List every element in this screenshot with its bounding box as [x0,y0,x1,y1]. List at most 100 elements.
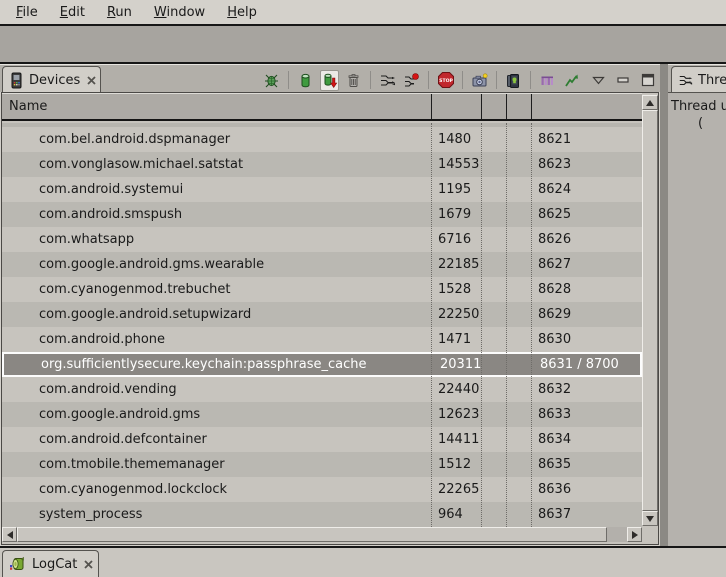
column-divider[interactable] [506,123,507,527]
scroll-down-button[interactable] [642,511,658,526]
column-divider[interactable] [431,123,432,527]
process-pid: 14553 [431,157,481,172]
panel-sash[interactable] [660,64,668,546]
toolbar-separator [288,71,289,89]
table-row[interactable]: com.bel.android.dspmanager 1480 8621 [2,127,642,152]
devices-view: Devices [0,64,660,546]
process-port: 8633 [531,407,642,422]
process-pid: 22250 [431,307,481,322]
screen-capture-icon[interactable] [470,70,489,91]
table-row[interactable]: com.android.defcontainer 14411 8634 [2,427,642,452]
device-phone-icon [9,72,24,89]
process-port: 8632 [531,382,642,397]
tab-devices-label: Devices [29,73,80,88]
vertical-scroll-thumb[interactable] [642,110,658,511]
tab-logcat[interactable]: LogCat [2,550,99,577]
maximize-icon[interactable] [640,72,656,88]
process-name: system_process [2,507,431,522]
table-row[interactable]: com.android.vending 22440 8632 [2,377,642,402]
process-table: Name com.bel.android.dspmanager 1480 862… [1,92,659,545]
table-row[interactable]: com.cyanogenmod.lockclock 22265 8636 [2,477,642,502]
table-row[interactable]: org.sufficientlysecure.keychain:passphra… [2,352,642,377]
start-method-profiling-icon[interactable] [402,70,421,91]
view-hierarchy-icon[interactable] [504,70,523,91]
devices-toolbar: STOP [262,68,656,92]
tab-threads[interactable]: Threads [671,66,726,93]
process-port: 8629 [531,307,642,322]
dump-hprof-icon[interactable] [320,70,339,91]
cause-gc-icon[interactable] [344,70,363,91]
menu-help[interactable]: Help [219,3,265,22]
threads-message-area: Thread up ( [668,92,726,546]
table-row[interactable]: com.google.android.gms 12623 8633 [2,402,642,427]
process-port: 8621 [531,132,642,147]
table-header[interactable]: Name [2,93,642,121]
process-port: 8636 [531,482,642,497]
opengl-trace-icon[interactable] [562,70,581,91]
stop-process-icon[interactable]: STOP [436,70,455,91]
table-row[interactable]: com.google.android.setupwizard 22250 862… [2,302,642,327]
minimize-icon[interactable] [615,72,631,88]
table-row[interactable]: com.cyanogenmod.trebuchet 1528 8628 [2,277,642,302]
process-pid: 12623 [431,407,481,422]
table-row[interactable]: com.vonglasow.michael.satstat 14553 8623 [2,152,642,177]
tab-logcat-label: LogCat [32,557,77,572]
threads-icon [678,73,693,88]
column-header-pid[interactable] [431,93,481,119]
menu-window[interactable]: Window [146,3,213,22]
update-threads-icon[interactable] [378,70,397,91]
table-row[interactable]: com.android.systemui 1195 8624 [2,177,642,202]
column-header-empty2[interactable] [506,93,531,119]
svg-text:STOP: STOP [439,78,453,84]
process-name: com.android.smspush [2,207,431,222]
table-row[interactable]: com.whatsapp 6716 8626 [2,227,642,252]
column-header-name[interactable]: Name [2,93,431,119]
table-row[interactable]: system_process 964 8637 [2,502,642,527]
table-row[interactable]: com.tmobile.thememanager 1512 8635 [2,452,642,477]
systrace-icon[interactable] [538,70,557,91]
process-name: com.cyanogenmod.lockclock [2,482,431,497]
process-port: 8635 [531,457,642,472]
process-port: 8631 / 8700 [533,357,640,372]
process-pid: 1679 [431,207,481,222]
column-header-port[interactable] [531,93,642,119]
update-heap-icon[interactable] [296,70,315,91]
tab-threads-label: Threads [698,73,726,88]
process-port: 8627 [531,257,642,272]
process-name: com.tmobile.thememanager [2,457,431,472]
scroll-up-button[interactable] [642,95,658,110]
column-divider[interactable] [481,123,482,527]
table-row[interactable]: com.google.android.gms.wearable 22185 86… [2,252,642,277]
process-port: 8630 [531,332,642,347]
toolbar-separator [496,71,497,89]
process-pid: 22440 [431,382,481,397]
menu-bar: File Edit Run Window Help [0,0,726,24]
threads-tabstrip: Threads [668,64,726,92]
view-menu-icon[interactable] [590,72,606,88]
process-pid: 1471 [431,332,481,347]
scroll-left-button[interactable] [2,527,17,542]
table-row[interactable]: com.android.phone 1471 8630 [2,327,642,352]
process-name: org.sufficientlysecure.keychain:passphra… [4,357,433,372]
process-name: com.bel.android.dspmanager [2,132,431,147]
process-pid: 1195 [431,182,481,197]
scroll-right-button[interactable] [627,527,642,542]
process-pid: 22185 [431,257,481,272]
vertical-scrollbar[interactable] [642,95,658,526]
close-icon[interactable] [84,560,93,569]
horizontal-scroll-thumb[interactable] [17,527,607,542]
process-pid: 14411 [431,432,481,447]
tab-devices[interactable]: Devices [2,66,101,93]
menu-file[interactable]: File [8,3,46,22]
menu-run[interactable]: Run [99,3,140,22]
horizontal-scrollbar[interactable] [2,527,642,542]
process-port: 8623 [531,157,642,172]
menu-edit[interactable]: Edit [52,3,93,22]
table-row[interactable]: com.android.smspush 1679 8625 [2,202,642,227]
column-header-empty1[interactable] [481,93,506,119]
process-port: 8626 [531,232,642,247]
column-divider[interactable] [531,123,532,527]
close-icon[interactable] [87,76,96,85]
debug-attach-icon[interactable] [262,70,281,91]
toolbar-separator [462,71,463,89]
